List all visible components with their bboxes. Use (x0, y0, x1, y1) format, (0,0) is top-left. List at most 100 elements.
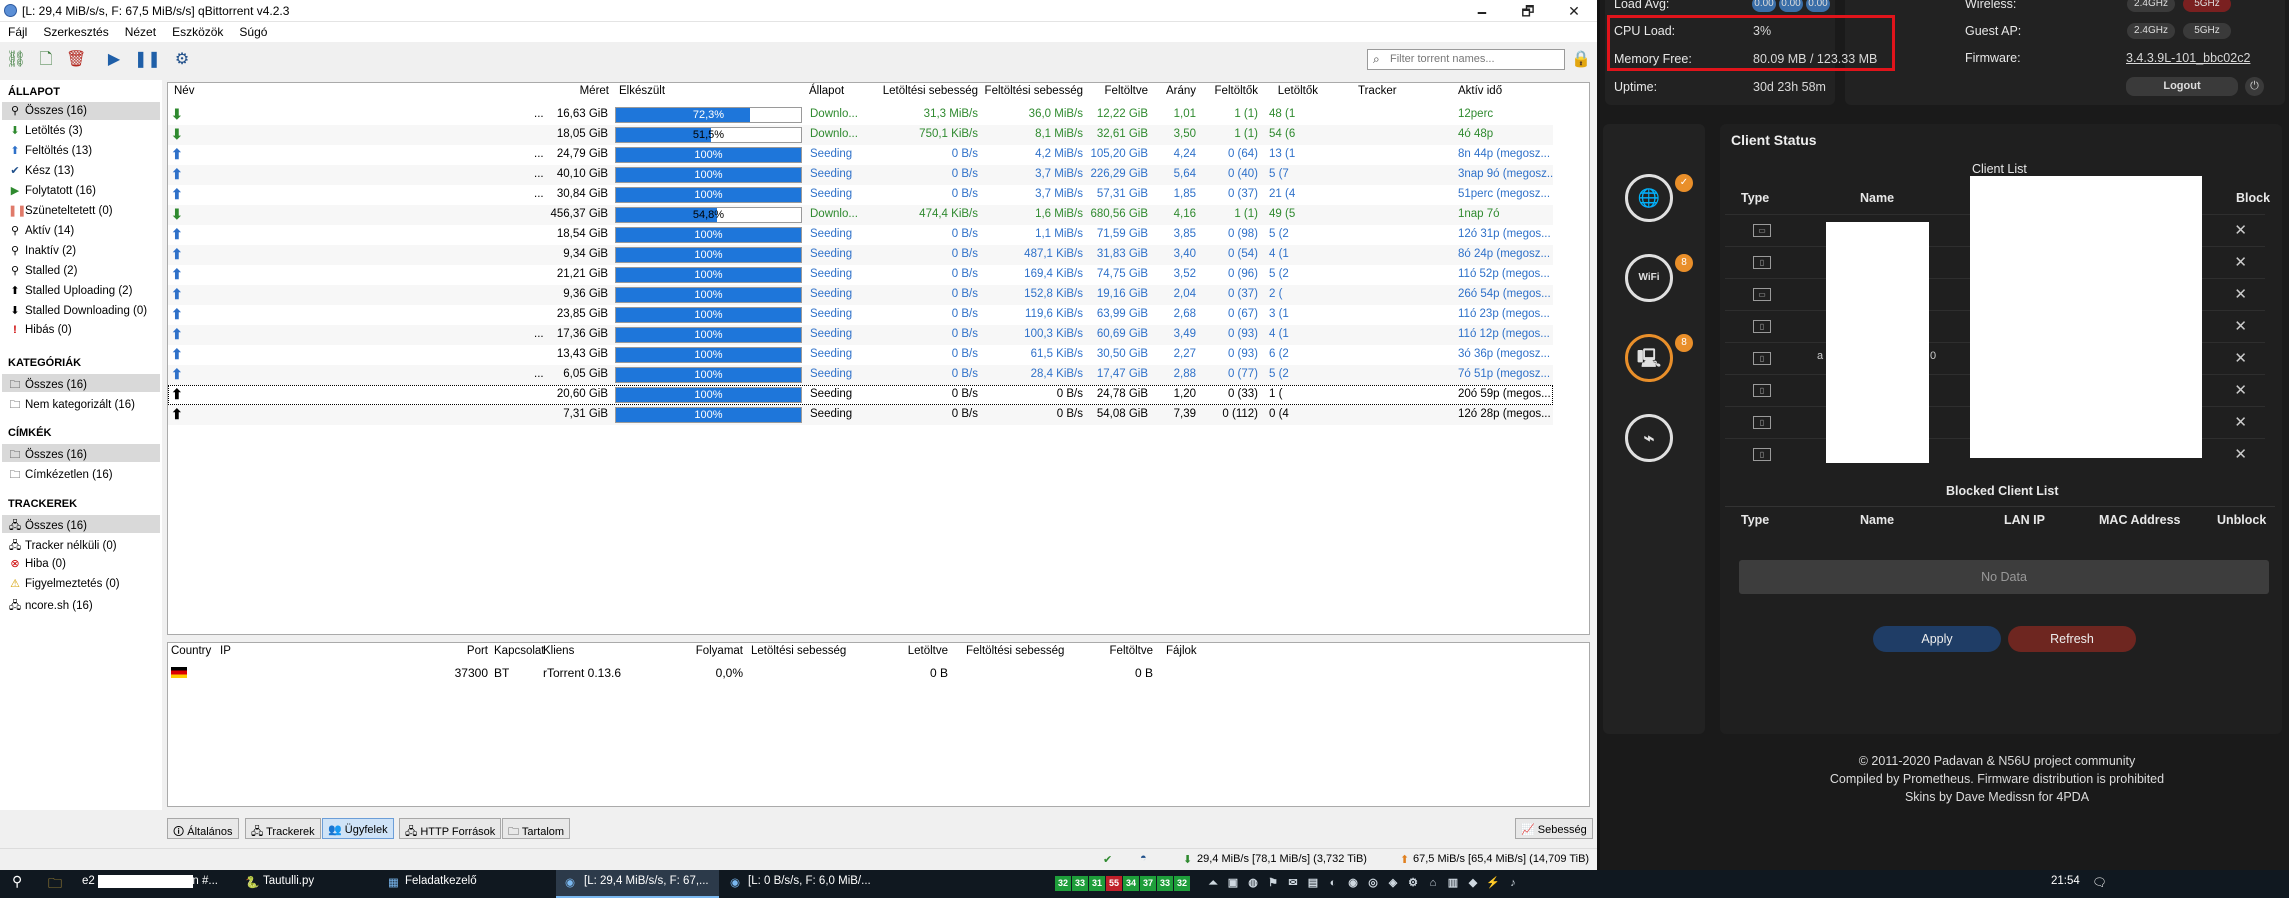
torrent-row[interactable]: ⬆ 9,34 GiB Seeding 0 B/s 487,1 KiB/s 31,83 Gi… (168, 245, 1553, 265)
status-active[interactable]: ⚲ Aktív (14) (2, 222, 160, 240)
peer-col-uploaded[interactable]: Feltöltve (1073, 645, 1153, 661)
power-icon[interactable]: ⏻ (2245, 77, 2264, 96)
tray-app-icon[interactable]: ▣ (1225, 876, 1241, 891)
usb-icon[interactable]: ⌁ (1625, 414, 1673, 462)
category-all[interactable]: 🗀 Összes (16) (2, 374, 160, 392)
search-icon[interactable]: ⚲ (12, 873, 22, 890)
torrent-row[interactable]: ⬆... 24,79 GiB Seeding 0 B/s 4,2 MiB/s 105,20… (168, 145, 1553, 165)
temperature-tray-icon[interactable]: 31 (1089, 876, 1105, 891)
torrent-row[interactable]: ⬆ 7,31 GiB Seeding 0 B/s 0 B/s 54,08 GiB 7,39 0… (168, 405, 1553, 425)
file-explorer-icon[interactable]: 🗀 (48, 873, 62, 897)
status-stalled[interactable]: ⚲ Stalled (2) (2, 262, 160, 280)
tab-trackers[interactable]: 🖧 Trackerek (245, 818, 321, 839)
block-client-icon[interactable]: ✕ (2234, 413, 2247, 431)
tray-app-icon[interactable]: ◐ (1325, 876, 1341, 891)
peer-row[interactable]: 37300 BT rTorrent 0.13.6 0,0% 0 B 0 B (168, 663, 1589, 682)
tab-content[interactable]: 🗀 Tartalom (502, 818, 571, 839)
torrent-row[interactable]: ⬆ 18,54 GiB Seeding 0 B/s 1,1 MiB/s 71,59 GiB… (168, 225, 1553, 245)
resume-icon[interactable]: ▶ (104, 50, 124, 70)
taskbar-item-qbittorrent[interactable]: [L: 29,4 MiB/s/s, F: 67,... (584, 875, 709, 887)
tray-app-icon[interactable]: ◆ (1465, 876, 1481, 891)
options-gear-icon[interactable]: ⚙ (172, 50, 192, 70)
taskbar-item-e2[interactable]: e2 (82, 875, 95, 887)
col-name[interactable]: Név (174, 85, 194, 101)
status-all[interactable]: ⚲ Összes (16) (2, 102, 160, 120)
temperature-tray-icon[interactable]: 37 (1140, 876, 1156, 891)
torrent-row[interactable]: ⬆ 21,21 GiB Seeding 0 B/s 169,4 KiB/s 74,75 G… (168, 265, 1553, 285)
tray-app-icon[interactable]: ⏶ (1205, 876, 1221, 891)
tray-app-icon[interactable]: ⚑ (1265, 876, 1281, 891)
tag-untagged[interactable]: 🗀 Címkézetlen (16) (2, 464, 160, 482)
col-dl-speed[interactable]: Letöltési sebesség (868, 85, 978, 101)
torrent-list[interactable]: Név Méret Elkészült Állapot Letöltési se… (167, 82, 1590, 635)
tray-app-icon[interactable]: ◍ (1245, 876, 1261, 891)
torrent-row[interactable]: ⬆ 23,85 GiB Seeding 0 B/s 119,6 KiB/s 63,99 G… (168, 305, 1553, 325)
peer-col-progress[interactable]: Folyamat (663, 645, 743, 661)
temperature-tray-icon[interactable]: 32 (1174, 876, 1190, 891)
tray-app-icon[interactable]: ◉ (1345, 876, 1361, 891)
close-button[interactable]: ✕ (1551, 0, 1597, 22)
temperature-tray-icon[interactable]: 33 (1072, 876, 1088, 891)
peer-col-downloaded[interactable]: Letöltve (858, 645, 948, 661)
speed-button[interactable]: 📈 Sebesség (1515, 818, 1593, 839)
col-ratio[interactable]: Arány (1148, 85, 1196, 101)
notification-icon[interactable]: 🗨 (2092, 875, 2107, 889)
tag-all[interactable]: 🗀 Összes (16) (2, 444, 160, 462)
pause-icon[interactable]: ❚❚ (134, 50, 161, 70)
tray-app-icon[interactable]: ◎ (1365, 876, 1381, 891)
menu-help[interactable]: Súgó (231, 22, 275, 39)
maximize-button[interactable]: 🗗 (1505, 0, 1551, 22)
tray-app-icon[interactable]: ⌂ (1425, 876, 1441, 891)
firmware-link[interactable]: 3.4.3.9L-101_bbc02c2 (2126, 51, 2250, 65)
tab-peers[interactable]: 👥 Ügyfelek (322, 818, 394, 839)
block-client-icon[interactable]: ✕ (2234, 317, 2247, 335)
peer-col-ul-speed[interactable]: Feltöltési sebesség (966, 645, 1064, 661)
torrent-row[interactable]: ⬆... 40,10 GiB Seeding 0 B/s 3,7 MiB/s 226,29… (168, 165, 1553, 185)
tray-app-icon[interactable]: ♪ (1505, 876, 1521, 891)
status-completed[interactable]: ✔ Kész (13) (2, 162, 160, 180)
col-ul-speed[interactable]: Feltöltési sebesség (978, 85, 1083, 101)
taskbar-item-irc[interactable]: on #... (186, 875, 218, 887)
clients-icon[interactable]: 🖳 (1625, 334, 1673, 382)
refresh-button[interactable]: Refresh (2008, 626, 2136, 652)
temperature-tray-icon[interactable]: 33 (1157, 876, 1173, 891)
menu-tools[interactable]: Eszközök (164, 22, 231, 39)
col-peers[interactable]: Letöltők (1258, 85, 1318, 101)
add-torrent-link-icon[interactable]: ⛓ (6, 50, 26, 70)
torrent-row[interactable]: ⬇ 456,37 GiB Downlo... 474,4 KiB/s 1,6 MiB/s… (168, 205, 1553, 225)
lock-icon[interactable]: 🔒 (1571, 49, 1591, 69)
temperature-tray-icon[interactable]: 34 (1123, 876, 1139, 891)
peer-col-country[interactable]: Country (171, 645, 211, 661)
status-downloading[interactable]: ⬇ Letöltés (3) (2, 122, 160, 140)
col-size[interactable]: Méret (579, 85, 609, 101)
taskbar-item-taskmanager[interactable]: Feladatkezelő (405, 875, 477, 887)
minimize-button[interactable]: 🗕 (1459, 0, 1505, 22)
status-stalled-downloading[interactable]: ⬇ Stalled Downloading (0) (2, 302, 160, 320)
logout-button[interactable]: Logout (2126, 77, 2238, 96)
tracker-all[interactable]: 🖧 Összes (16) (2, 515, 160, 533)
tray-app-icon[interactable]: ◈ (1385, 876, 1401, 891)
alt-speed-icon[interactable]: ◓ (1140, 852, 1147, 864)
delete-icon[interactable]: 🗑 (66, 50, 86, 70)
tracker-ncore[interactable]: 🖧 ncore.sh (16) (2, 595, 160, 613)
tray-app-icon[interactable]: ⚙ (1405, 876, 1421, 891)
connection-status-icon[interactable]: ✔ (1103, 853, 1112, 866)
menu-view[interactable]: Nézet (117, 22, 164, 39)
col-seeds[interactable]: Feltöltők (1196, 85, 1258, 101)
peer-col-connection[interactable]: Kapcsolat (494, 645, 545, 661)
peer-col-files[interactable]: Fájlok (1166, 645, 1197, 661)
block-client-icon[interactable]: ✕ (2234, 445, 2247, 463)
peer-col-port[interactable]: Port (438, 645, 488, 661)
taskbar-item-tautulli[interactable]: Tautulli.py (263, 875, 314, 887)
tab-http-sources[interactable]: 🖧 HTTP Források (399, 818, 502, 839)
tracker-warning[interactable]: ⚠ Figyelmeztetés (0) (2, 575, 160, 593)
wifi-icon[interactable]: WiFi (1625, 254, 1673, 302)
torrent-row[interactable]: ⬆... 6,05 GiB Seeding 0 B/s 28,4 KiB/s 17,47 … (168, 365, 1553, 385)
col-progress[interactable]: Elkészült (619, 85, 665, 101)
tray-app-icon[interactable]: ▥ (1445, 876, 1461, 891)
category-uncategorized[interactable]: 🗀 Nem kategorizált (16) (2, 394, 160, 412)
block-client-icon[interactable]: ✕ (2234, 285, 2247, 303)
add-torrent-file-icon[interactable]: 🗋 (36, 50, 56, 70)
torrent-row[interactable]: ⬇ 18,05 GiB Downlo... 750,1 KiB/s 8,1 MiB/s 3… (168, 125, 1553, 145)
peer-col-ip[interactable]: IP (220, 645, 231, 661)
